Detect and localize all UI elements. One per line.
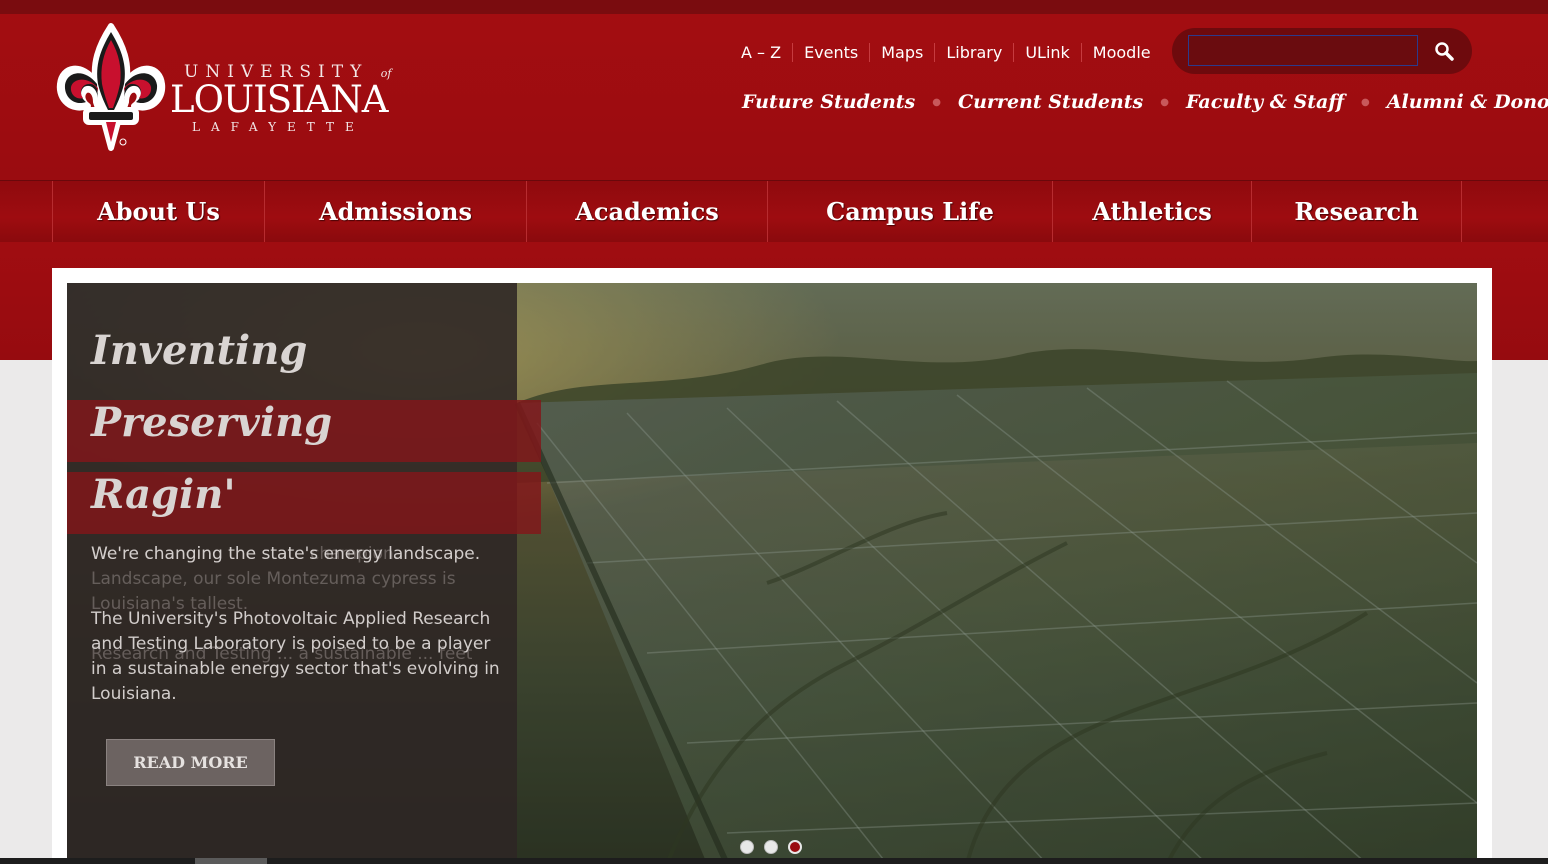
utility-link-library[interactable]: Library <box>934 42 1013 62</box>
audience-link-faculty-staff[interactable]: Faculty & Staff <box>1186 91 1344 113</box>
audience-link-future-students[interactable]: Future Students <box>742 91 915 113</box>
horizontal-scrollbar[interactable] <box>0 858 1548 864</box>
utility-link-maps[interactable]: Maps <box>869 42 934 62</box>
fleur-de-lis-logo <box>56 23 166 151</box>
nav-research[interactable]: Research <box>1251 181 1462 242</box>
search-box <box>1172 28 1472 74</box>
university-logo[interactable]: UNIVERSITY of LOUISIANA LAFAYETTE <box>52 22 412 154</box>
utility-link-moodle[interactable]: Moodle <box>1080 42 1162 62</box>
nav-campus-life[interactable]: Campus Life <box>767 181 1052 242</box>
slide-headline-preserving: Preserving <box>91 399 333 446</box>
utility-link-a-z[interactable]: A – Z <box>730 43 792 62</box>
search-button[interactable] <box>1430 37 1458 65</box>
main-nav: About Us Admissions Academics Campus Lif… <box>0 180 1548 242</box>
nav-admissions[interactable]: Admissions <box>264 181 526 242</box>
separator-dot: ● <box>932 96 941 108</box>
slide-body-text: The University's Photovoltaic Applied Re… <box>91 609 500 704</box>
utility-nav: A – Z Events Maps Library ULink Moodle <box>730 40 1162 64</box>
slider-dot-1[interactable] <box>740 840 754 854</box>
slider-pagination <box>740 840 802 854</box>
nav-about-us[interactable]: About Us <box>52 181 264 242</box>
audience-link-alumni-donors[interactable]: Alumni & Donors <box>1387 91 1548 113</box>
search-icon <box>1435 42 1454 61</box>
utility-link-events[interactable]: Events <box>792 42 869 62</box>
top-stripe <box>0 0 1548 14</box>
slide-headline-inventing: Inventing <box>91 327 308 374</box>
nav-academics[interactable]: Academics <box>526 181 767 242</box>
separator-dot: ● <box>1361 96 1370 108</box>
search-input[interactable] <box>1188 35 1418 66</box>
audience-link-current-students[interactable]: Current Students <box>958 91 1143 113</box>
scrollbar-thumb[interactable] <box>195 858 267 864</box>
slide-headline-ragin: Ragin' <box>91 471 236 518</box>
logo-louisiana-text: LOUISIANA <box>170 78 388 121</box>
slider-dot-3[interactable] <box>788 840 802 854</box>
utility-link-ulink[interactable]: ULink <box>1013 42 1080 62</box>
audience-nav: Future Students ● Current Students ● Fac… <box>742 86 1548 118</box>
logo-lafayette-text: LAFAYETTE <box>192 120 365 134</box>
read-more-button[interactable]: READ MORE <box>106 739 275 786</box>
separator-dot: ● <box>1160 96 1169 108</box>
nav-athletics[interactable]: Athletics <box>1052 181 1251 242</box>
slide-lead-text: We're changing the state's energy landsc… <box>91 544 481 564</box>
hero-slide: Inventing Preserving Ragin' We're changi… <box>67 283 1477 864</box>
slider-dot-2[interactable] <box>764 840 778 854</box>
